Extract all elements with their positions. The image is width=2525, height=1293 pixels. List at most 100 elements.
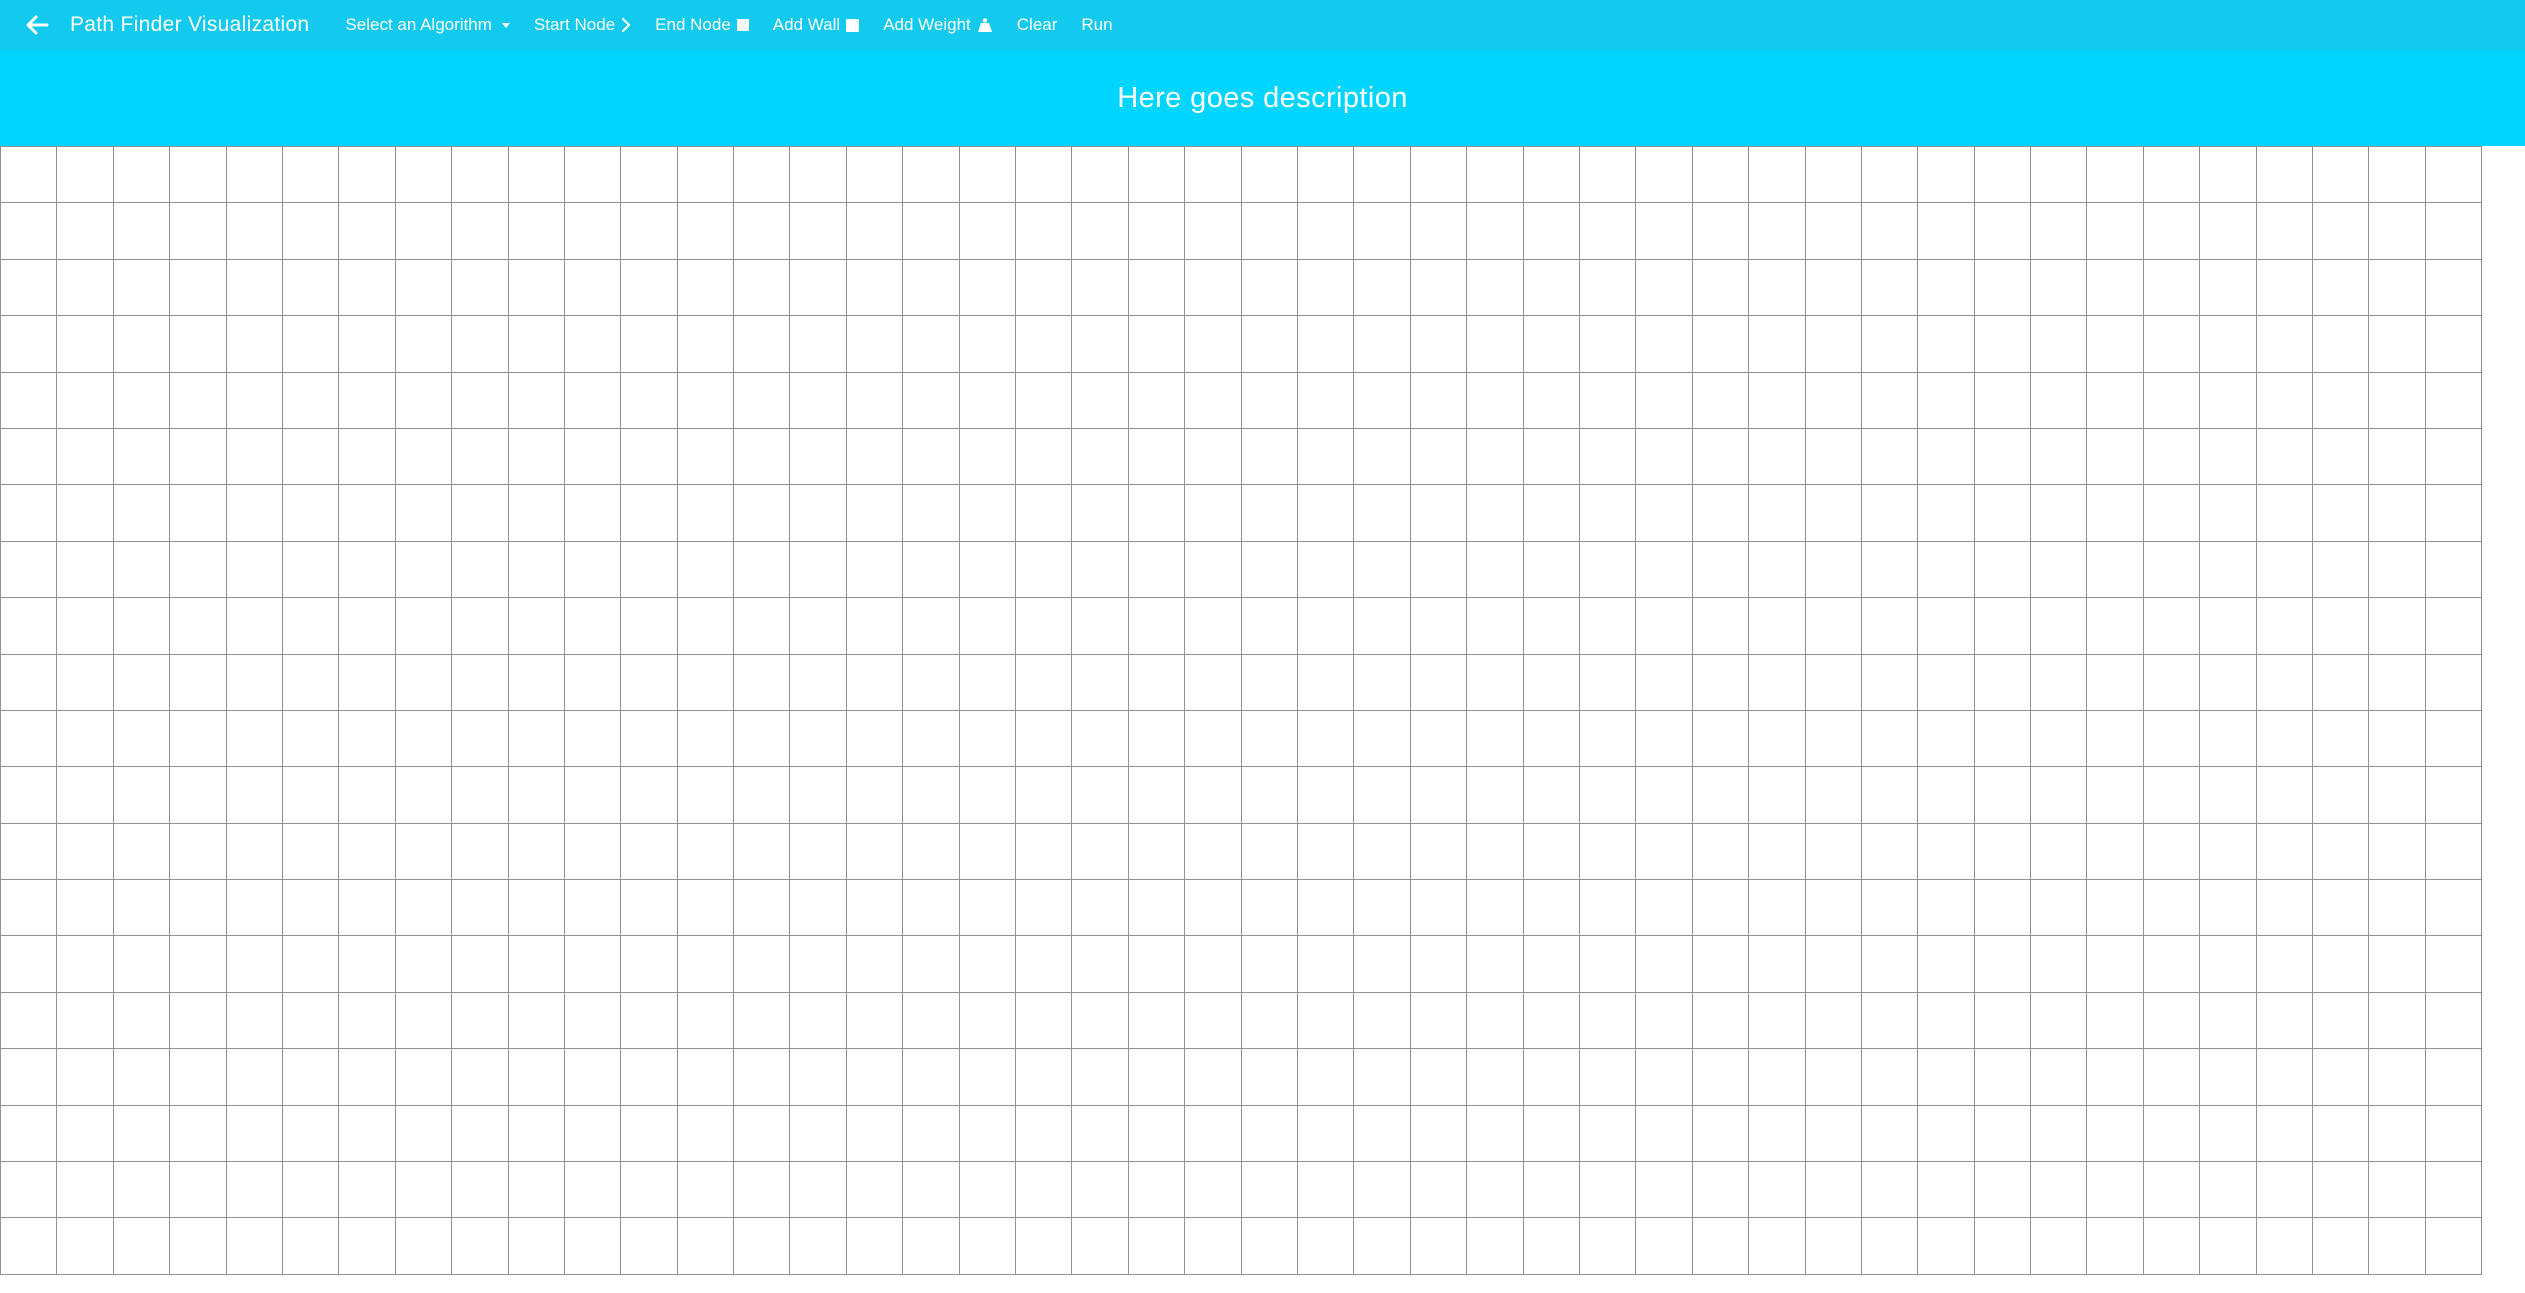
grid-cell[interactable] <box>733 258 791 317</box>
grid-cell[interactable] <box>2142 484 2201 542</box>
grid-cell[interactable] <box>676 427 735 486</box>
grid-cell[interactable] <box>1296 315 1355 373</box>
grid-cell[interactable] <box>563 766 622 824</box>
grid-cell[interactable] <box>1917 540 1975 599</box>
grid-cell[interactable] <box>281 935 340 993</box>
grid-cell[interactable] <box>1578 540 1637 599</box>
grid-cell[interactable] <box>1353 822 1411 881</box>
grid-cell[interactable] <box>1409 653 1468 711</box>
grid-cell[interactable] <box>2424 1217 2483 1275</box>
grid-cell[interactable] <box>902 766 960 824</box>
grid-cell[interactable] <box>169 1048 227 1106</box>
grid-cell[interactable] <box>2030 991 2088 1050</box>
grid-cell[interactable] <box>1015 540 1073 599</box>
grid-cell[interactable] <box>2142 202 2201 260</box>
grid-cell[interactable] <box>1691 315 1750 373</box>
grid-cell[interactable] <box>1973 1161 2032 1219</box>
grid-cell[interactable] <box>1353 427 1411 486</box>
grid-cell[interactable] <box>112 371 171 429</box>
grid-cell[interactable] <box>563 1161 622 1219</box>
grid-cell[interactable] <box>2312 991 2370 1050</box>
grid-cell[interactable] <box>1691 202 1750 260</box>
grid-cell[interactable] <box>2255 540 2314 599</box>
grid-cell[interactable] <box>2199 597 2257 655</box>
grid-cell[interactable] <box>1578 146 1637 204</box>
grid-cell[interactable] <box>338 1161 396 1219</box>
grid-cell[interactable] <box>112 991 171 1050</box>
grid-cell[interactable] <box>620 597 678 655</box>
grid-cell[interactable] <box>394 766 453 824</box>
grid-cell[interactable] <box>2424 935 2483 993</box>
grid-cell[interactable] <box>2142 1104 2201 1163</box>
grid-cell[interactable] <box>1578 1217 1637 1275</box>
grid-cell[interactable] <box>1691 1161 1750 1219</box>
grid-cell[interactable] <box>1522 146 1580 204</box>
grid-cell[interactable] <box>563 653 622 711</box>
grid-cell[interactable] <box>958 709 1017 768</box>
grid-cell[interactable] <box>338 709 396 768</box>
grid-cell[interactable] <box>1015 709 1073 768</box>
grid-cell[interactable] <box>1071 1161 1129 1219</box>
grid-cell[interactable] <box>2199 879 2257 937</box>
grid-cell[interactable] <box>620 822 678 881</box>
grid-cell[interactable] <box>394 371 453 429</box>
grid-cell[interactable] <box>1973 766 2032 824</box>
grid-cell[interactable] <box>112 1104 171 1163</box>
grid-cell[interactable] <box>2142 822 2201 881</box>
grid-cell[interactable] <box>394 991 453 1050</box>
grid-cell[interactable] <box>2199 484 2257 542</box>
grid-cell[interactable] <box>1917 315 1975 373</box>
grid-cell[interactable] <box>1804 484 1862 542</box>
grid-cell[interactable] <box>1240 202 1298 260</box>
grid-cell[interactable] <box>2142 879 2201 937</box>
grid-cell[interactable] <box>1184 540 1242 599</box>
grid-cell[interactable] <box>1409 315 1468 373</box>
grid-cell[interactable] <box>338 202 396 260</box>
grid-cell[interactable] <box>507 1161 565 1219</box>
add-weight-button[interactable]: Add Weight <box>871 0 1005 50</box>
grid-cell[interactable] <box>958 991 1017 1050</box>
grid-cell[interactable] <box>620 146 678 204</box>
grid-cell[interactable] <box>1015 202 1073 260</box>
grid-cell[interactable] <box>2312 202 2370 260</box>
grid-cell[interactable] <box>2086 202 2144 260</box>
grid-cell[interactable] <box>620 258 678 317</box>
grid-cell[interactable] <box>2199 540 2257 599</box>
grid-cell[interactable] <box>2255 709 2314 768</box>
grid-cell[interactable] <box>1522 315 1580 373</box>
grid-cell[interactable] <box>1691 766 1750 824</box>
grid-cell[interactable] <box>281 258 340 317</box>
grid-cell[interactable] <box>1635 935 1693 993</box>
grid-cell[interactable] <box>1578 935 1637 993</box>
grid-cell[interactable] <box>1860 1048 1919 1106</box>
grid-cell[interactable] <box>1973 709 2032 768</box>
grid-cell[interactable] <box>733 1104 791 1163</box>
grid-cell[interactable] <box>451 540 509 599</box>
grid-cell[interactable] <box>169 879 227 937</box>
grid-cell[interactable] <box>1917 484 1975 542</box>
grid-cell[interactable] <box>789 822 847 881</box>
grid-cell[interactable] <box>1973 879 2032 937</box>
grid-cell[interactable] <box>1917 653 1975 711</box>
grid-cell[interactable] <box>2086 258 2144 317</box>
grid-cell[interactable] <box>620 1161 678 1219</box>
grid-cell[interactable] <box>1409 258 1468 317</box>
grid-cell[interactable] <box>2199 371 2257 429</box>
grid-cell[interactable] <box>2312 146 2370 204</box>
grid-cell[interactable] <box>1184 822 1242 881</box>
grid-cell[interactable] <box>2199 427 2257 486</box>
grid-cell[interactable] <box>1353 1161 1411 1219</box>
grid-cell[interactable] <box>1635 597 1693 655</box>
grid-cell[interactable] <box>2255 371 2314 429</box>
grid-cell[interactable] <box>1804 427 1862 486</box>
grid-cell[interactable] <box>1240 371 1298 429</box>
grid-cell[interactable] <box>1071 1048 1129 1106</box>
grid-cell[interactable] <box>1973 371 2032 429</box>
grid-cell[interactable] <box>2424 427 2483 486</box>
grid-cell[interactable] <box>394 484 453 542</box>
grid-cell[interactable] <box>2142 258 2201 317</box>
grid-cell[interactable] <box>2086 709 2144 768</box>
grid-cell[interactable] <box>845 258 904 317</box>
grid-cell[interactable] <box>2030 935 2088 993</box>
grid-cell[interactable] <box>620 653 678 711</box>
